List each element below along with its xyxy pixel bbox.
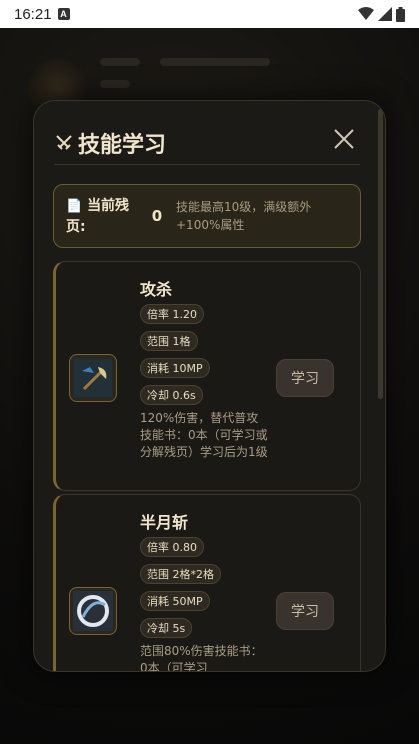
modal-scrollbar[interactable] <box>378 109 383 399</box>
pages-label-line2: 页: <box>66 218 86 235</box>
skill-stats: 倍率 1.20 范围 1格 消耗 10MP 冷却 0.6s <box>140 303 210 411</box>
learn-button[interactable]: 学习 <box>276 592 334 630</box>
stat-badge-cost: 消耗 10MP <box>140 358 210 378</box>
wifi-icon <box>358 7 374 20</box>
background-text <box>160 58 270 66</box>
background-text <box>100 58 140 66</box>
crescent-slash-icon <box>69 587 117 635</box>
skill-card: 半月斩 倍率 0.80 范围 2格*2格 消耗 50MP 冷却 5s 范围80%… <box>53 494 361 672</box>
modal-header: 技能学习 <box>54 121 360 165</box>
stat-badge-cooldown: 冷却 0.6s <box>140 385 203 405</box>
stat-badge-range: 范围 1格 <box>140 331 198 351</box>
document-icon: 📄 <box>66 198 83 214</box>
skill-description: 范围80%伤害技能书：0本（可学习 <box>140 644 263 672</box>
signal-icon <box>378 7 392 21</box>
background-text <box>100 80 130 88</box>
modal-title: 技能学习 <box>78 132 167 158</box>
skill-description: 120%伤害，替代普攻技能书：0本（可学习或分解残页）学习后为1级 <box>140 411 268 459</box>
learn-button[interactable]: 学习 <box>276 359 334 397</box>
battery-icon <box>396 6 405 22</box>
close-icon[interactable] <box>332 127 356 151</box>
crossed-swords-icon <box>56 134 72 150</box>
status-time: 16:21 <box>14 5 52 23</box>
notification-a-icon: A <box>57 8 70 20</box>
stat-badge-multiplier: 倍率 0.80 <box>140 537 204 557</box>
stat-badge-multiplier: 倍率 1.20 <box>140 304 204 324</box>
stat-badge-range: 范围 2格*2格 <box>140 564 221 584</box>
pages-label-line1: 当前残 <box>87 197 130 214</box>
skill-stats: 倍率 0.80 范围 2格*2格 消耗 50MP 冷却 5s <box>140 536 221 644</box>
skill-learn-modal: 技能学习 📄 当前残 页: 0 技能最高10级，满级额外+100%属性 攻杀 倍… <box>33 100 386 672</box>
skill-name: 半月斩 <box>140 513 189 532</box>
status-icons <box>358 6 405 22</box>
axe-icon <box>69 354 117 402</box>
remaining-pages-panel: 📄 当前残 页: 0 技能最高10级，满级额外+100%属性 <box>53 184 361 248</box>
skill-name: 攻杀 <box>140 280 173 299</box>
skill-level-info: 技能最高10级，满级额外+100%属性 <box>176 200 312 232</box>
stat-badge-cost: 消耗 50MP <box>140 591 210 611</box>
remaining-pages-count: 0 <box>151 207 163 225</box>
status-bar: 16:21 A <box>0 0 419 28</box>
stat-badge-cooldown: 冷却 5s <box>140 618 193 638</box>
remaining-pages-label: 📄 当前残 页: <box>66 196 142 237</box>
skill-card: 攻杀 倍率 1.20 范围 1格 消耗 10MP 冷却 0.6s 120%伤害，… <box>53 261 361 491</box>
